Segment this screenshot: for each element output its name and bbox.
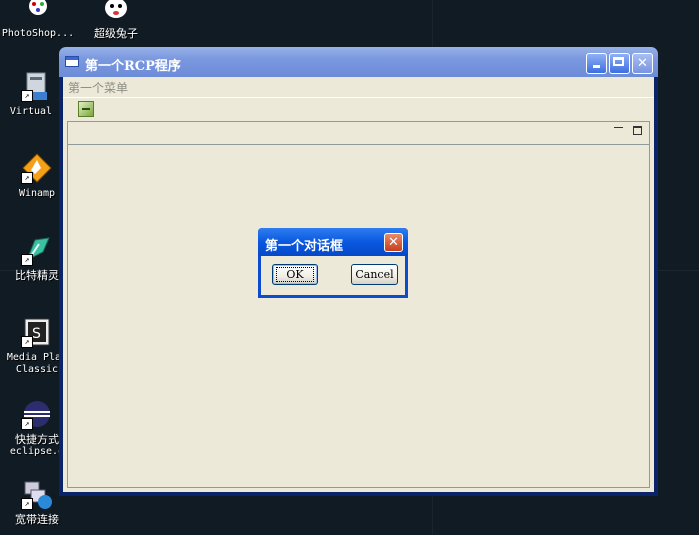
shortcut-arrow-icon: ↗ [21, 90, 33, 102]
shortcut-arrow-icon: ↗ [21, 336, 33, 348]
eclipse-icon: ↗ [21, 398, 53, 430]
ok-button[interactable]: OK [272, 264, 318, 285]
network-icon: ↗ [21, 478, 53, 510]
desktop-icon-label: 宽带连接 [15, 513, 59, 526]
view-minimize-icon[interactable] [614, 127, 623, 129]
cancel-button[interactable]: Cancel [351, 264, 398, 285]
desktop-icon-photoshop[interactable]: PhotoShop... [0, 0, 77, 40]
minimize-button[interactable] [586, 53, 607, 74]
window-titlebar[interactable]: 第一个RCP程序 ✕ [59, 47, 658, 77]
shortcut-arrow-icon: ↗ [21, 172, 33, 184]
photoshop-icon [22, 0, 54, 24]
view-maximize-icon[interactable] [633, 126, 642, 135]
shortcut-arrow-icon: ↗ [21, 254, 33, 266]
svg-text:S: S [32, 326, 41, 342]
close-button[interactable]: ✕ [632, 53, 653, 74]
dialog-title: 第一个对话框 [265, 239, 344, 254]
minimize-icon [593, 65, 600, 68]
dialog-close-button[interactable]: ✕ [384, 233, 403, 252]
view-header [68, 122, 649, 145]
desktop-icon-label: 超级兔子 [94, 27, 138, 40]
desktop-icon-label: PhotoShop... [1, 28, 75, 39]
menu-first-menu[interactable]: 第一个菜单 [68, 79, 128, 96]
view-pane [67, 121, 650, 488]
window-title: 第一个RCP程序 [85, 59, 181, 74]
rabbit-icon [100, 0, 132, 24]
dialog-titlebar[interactable]: 第一个对话框 ✕ [258, 228, 408, 256]
desktop-icon-rabbit[interactable]: 超级兔子 [77, 0, 155, 40]
media-player-icon: S ↗ [21, 316, 53, 348]
maximize-button[interactable] [609, 53, 630, 74]
shortcut-arrow-icon: ↗ [21, 418, 33, 430]
dialog[interactable]: 第一个对话框 ✕ OK Cancel [258, 228, 408, 298]
bitspirit-icon: ↗ [21, 234, 53, 266]
dialog-body: OK Cancel [261, 256, 405, 295]
menubar: 第一个菜单 [63, 77, 654, 96]
maximize-icon [613, 57, 624, 66]
close-icon: ✕ [388, 235, 399, 250]
window-app-icon[interactable] [65, 56, 79, 67]
ok-button-label: OK [276, 267, 314, 282]
toolbar [63, 97, 654, 120]
toolbar-action-icon[interactable] [78, 101, 94, 117]
winamp-icon: ↗ [21, 152, 53, 184]
shortcut-arrow-icon: ↗ [21, 498, 33, 510]
virtual-pc-icon: ↗ [21, 70, 53, 102]
close-icon: ✕ [637, 56, 648, 71]
